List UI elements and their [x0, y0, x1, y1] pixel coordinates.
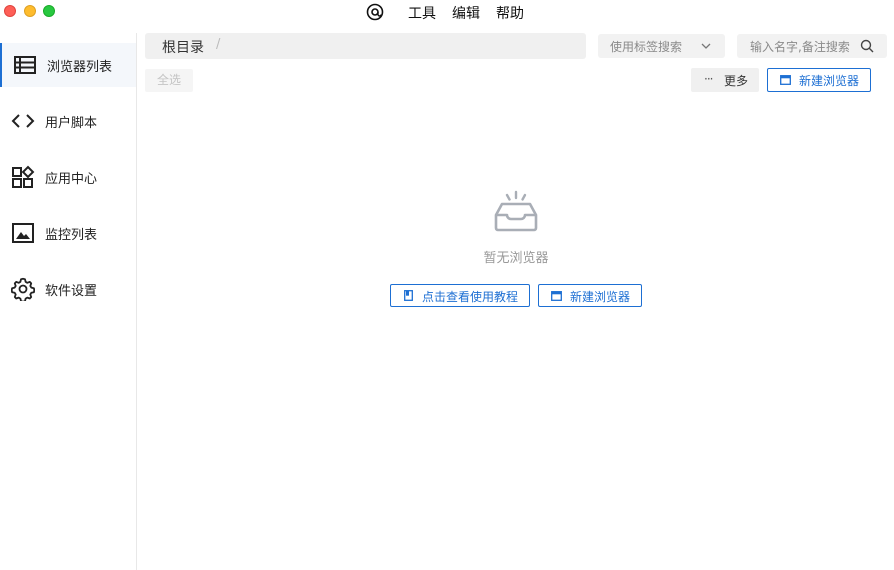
sidebar-item-label: 用户脚本: [45, 115, 98, 131]
select-all-button[interactable]: 全选: [145, 69, 193, 92]
list-icon: [14, 56, 36, 74]
sidebar-item-settings[interactable]: 软件设置: [0, 267, 136, 311]
app-logo-icon: [366, 3, 384, 21]
sidebar-item-app-center[interactable]: 应用中心: [0, 155, 136, 199]
breadcrumb-root[interactable]: 根目录: [162, 37, 204, 57]
empty-new-browser-button[interactable]: 新建浏览器: [538, 284, 642, 307]
empty-state-message: 暂无浏览器: [483, 251, 549, 266]
sidebar-item-label: 软件设置: [45, 283, 98, 299]
more-button[interactable]: ··· 更多: [691, 68, 759, 92]
menu-tools[interactable]: 工具: [408, 3, 436, 23]
title-bar: 工具 编辑 帮助: [0, 0, 894, 24]
minimize-window-button[interactable]: [24, 5, 36, 17]
tag-search-placeholder: 使用标签搜索: [610, 40, 683, 54]
more-dots-icon: ···: [704, 72, 714, 86]
breadcrumb: 根目录 /: [145, 33, 586, 59]
code-icon: [11, 114, 35, 128]
new-browser-label: 新建浏览器: [799, 74, 860, 88]
browser-window-icon: [780, 75, 791, 85]
more-label: 更多: [724, 74, 749, 88]
sidebar-item-browser-list[interactable]: 浏览器列表: [0, 43, 136, 87]
menu-edit[interactable]: 编辑: [452, 3, 480, 23]
empty-inbox-icon: [494, 190, 538, 232]
tag-search-select[interactable]: 使用标签搜索: [598, 34, 725, 58]
search-icon[interactable]: [860, 39, 874, 53]
close-window-button[interactable]: [4, 5, 16, 17]
browser-window-icon: [551, 291, 562, 301]
apps-icon: [12, 165, 35, 188]
gear-icon: [11, 277, 35, 301]
maximize-window-button[interactable]: [43, 5, 55, 17]
sidebar-item-label: 监控列表: [45, 227, 98, 243]
image-icon: [12, 223, 34, 243]
chevron-down-icon: [701, 43, 711, 49]
name-search-input[interactable]: 输入名字,备注搜索: [737, 34, 887, 58]
name-search-placeholder: 输入名字,备注搜索: [750, 40, 850, 54]
sidebar: 浏览器列表 用户脚本 应用中心 监控列表 软件设置: [0, 33, 137, 570]
new-browser-button[interactable]: 新建浏览器: [767, 68, 871, 92]
empty-new-browser-label: 新建浏览器: [570, 290, 631, 304]
tutorial-button[interactable]: 点击查看使用教程: [390, 284, 530, 307]
breadcrumb-separator: /: [216, 37, 221, 52]
sidebar-item-label: 浏览器列表: [47, 59, 113, 75]
menu-help[interactable]: 帮助: [496, 3, 524, 23]
tutorial-label: 点击查看使用教程: [422, 290, 519, 304]
sidebar-item-user-scripts[interactable]: 用户脚本: [0, 99, 136, 143]
sidebar-item-label: 应用中心: [45, 171, 98, 187]
book-icon: [404, 290, 413, 301]
